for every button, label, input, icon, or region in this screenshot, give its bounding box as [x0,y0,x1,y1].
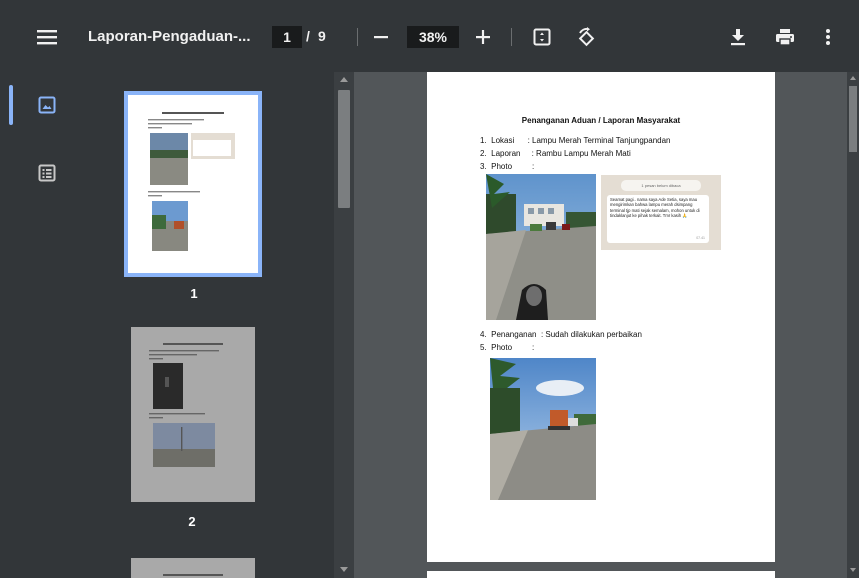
chat-message-text: Seamat pagi.. nama saya Ade Setia, saya … [610,197,700,219]
document-viewer: Penanganan Aduan / Laporan Masyarakat 1.… [354,72,859,578]
rotate-icon[interactable] [574,26,598,50]
sidebar-scrollbar-thumb[interactable] [338,90,350,208]
menu-icon[interactable] [34,26,60,48]
thumbnail-list: 1 2 [72,72,334,578]
page-thumbnail-3[interactable] [131,558,255,578]
active-tab-indicator [9,85,13,125]
doc-line-photo: 3. Photo : [480,162,535,171]
chat-message: Seamat pagi.. nama saya Ade Setia, saya … [607,195,709,243]
total-pages: 9 [318,28,326,44]
thumbnails-icon[interactable] [38,96,56,114]
pdf-viewer: Laporan-Pengaduan-... 1 / 9 38% 1 2 Pena… [0,0,859,578]
sidebar-tabs [0,72,72,578]
toolbar: Laporan-Pengaduan-... 1 / 9 38% [0,0,859,72]
doc-line-location: 1. Lokasi : Lampu Merah Terminal Tanjung… [480,136,671,145]
unread-badge: 1 pesan belum dibaca [621,180,701,191]
page-thumbnail-2[interactable] [131,327,255,502]
zoom-in-icon[interactable] [472,26,494,48]
chat-time: 07.41 [696,235,705,240]
doc-line-handling: 4. Penanganan : Sudah dilakukan perbaika… [480,330,642,339]
page-number-input[interactable]: 1 [272,26,302,48]
viewer-scrollbar-thumb[interactable] [849,86,857,152]
report-photo [486,174,596,320]
sidebar: 1 2 [0,72,354,578]
divider [511,28,512,46]
thumbnail-number: 2 [188,514,196,529]
pdf-page-2 [427,571,775,578]
print-icon[interactable] [774,26,796,48]
more-options-icon[interactable] [820,26,836,48]
doc-line-report: 2. Laporan : Rambu Lampu Merah Mati [480,149,631,158]
page-thumbnail-1[interactable] [124,91,262,277]
zoom-out-icon[interactable] [370,26,392,48]
document-outline-icon[interactable] [38,164,56,182]
chat-screenshot: 1 pesan belum dibaca Seamat pagi.. nama … [601,175,721,250]
pdf-page-1: Penanganan Aduan / Laporan Masyarakat 1.… [427,72,775,562]
divider [357,28,358,46]
document-title: Laporan-Pengaduan-... [88,28,251,45]
download-icon[interactable] [728,26,748,48]
page-separator: / [306,28,310,44]
repair-photo [490,358,596,500]
thumbnail-number: 1 [190,286,198,301]
document-heading: Penanganan Aduan / Laporan Masyarakat [521,116,681,125]
doc-line-photo-2: 5. Photo : [480,343,535,352]
fit-to-page-icon[interactable] [531,26,553,48]
zoom-input[interactable]: 38% [407,26,459,48]
